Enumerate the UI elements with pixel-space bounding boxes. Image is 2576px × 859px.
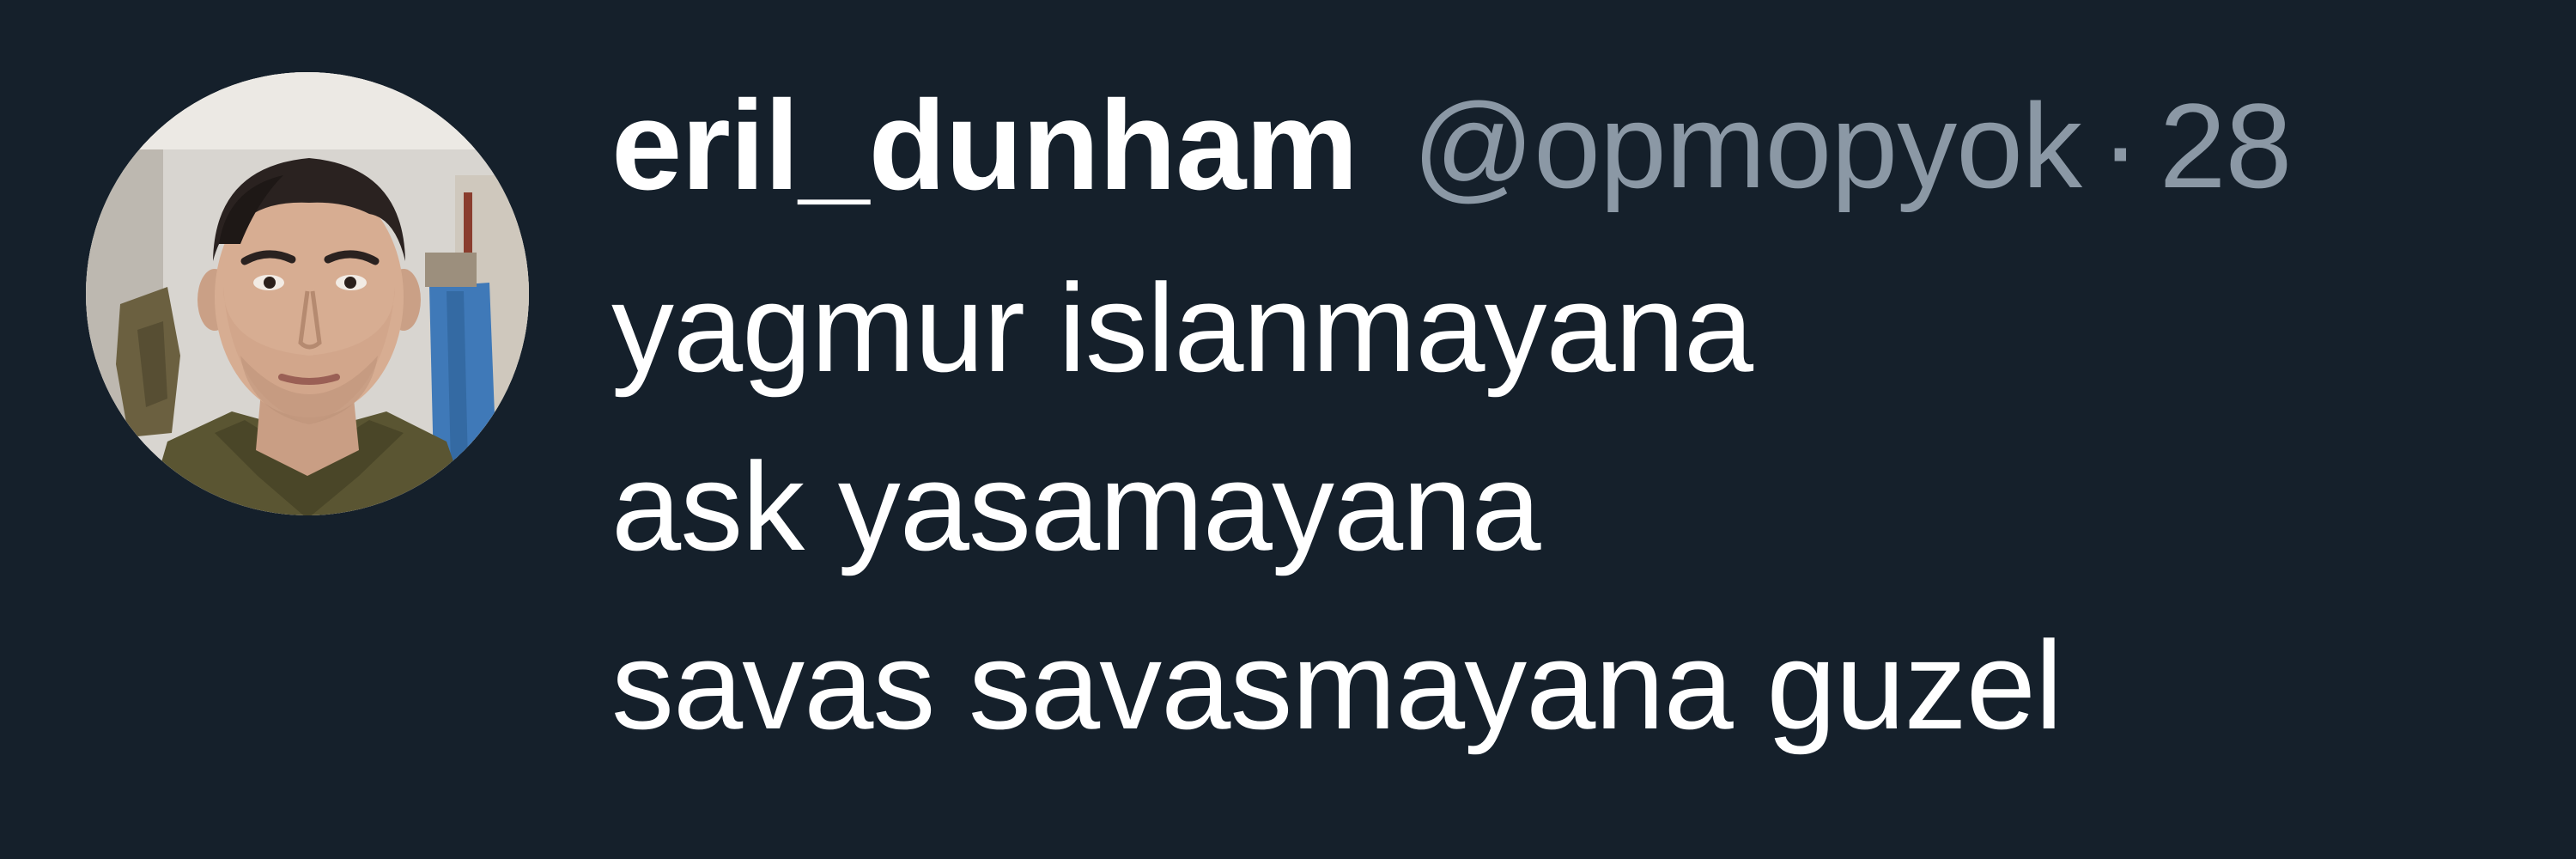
timestamp[interactable]: 28 [2160, 76, 2293, 216]
tweet-card[interactable]: eril_dunham @opmopyok · 28 yagmur islanm… [0, 0, 2576, 859]
tweet-content: eril_dunham @opmopyok · 28 yagmur islanm… [611, 60, 2576, 775]
user-handle[interactable]: @opmopyok [1413, 76, 2082, 216]
tweet-text: yagmur islanmayana ask yasamayana savas … [611, 239, 2576, 775]
avatar-photo [86, 72, 529, 515]
tweet-text-line: savas savasmayana guzel [611, 615, 2063, 755]
tweet-text-line: ask yasamayana [611, 436, 1541, 576]
tweet-text-line: yagmur islanmayana [611, 258, 1753, 398]
display-name[interactable]: eril_dunham [611, 73, 1358, 219]
tweet-header: eril_dunham @opmopyok · 28 [611, 60, 2576, 232]
separator-dot: · [2100, 78, 2141, 213]
avatar[interactable] [86, 72, 529, 515]
